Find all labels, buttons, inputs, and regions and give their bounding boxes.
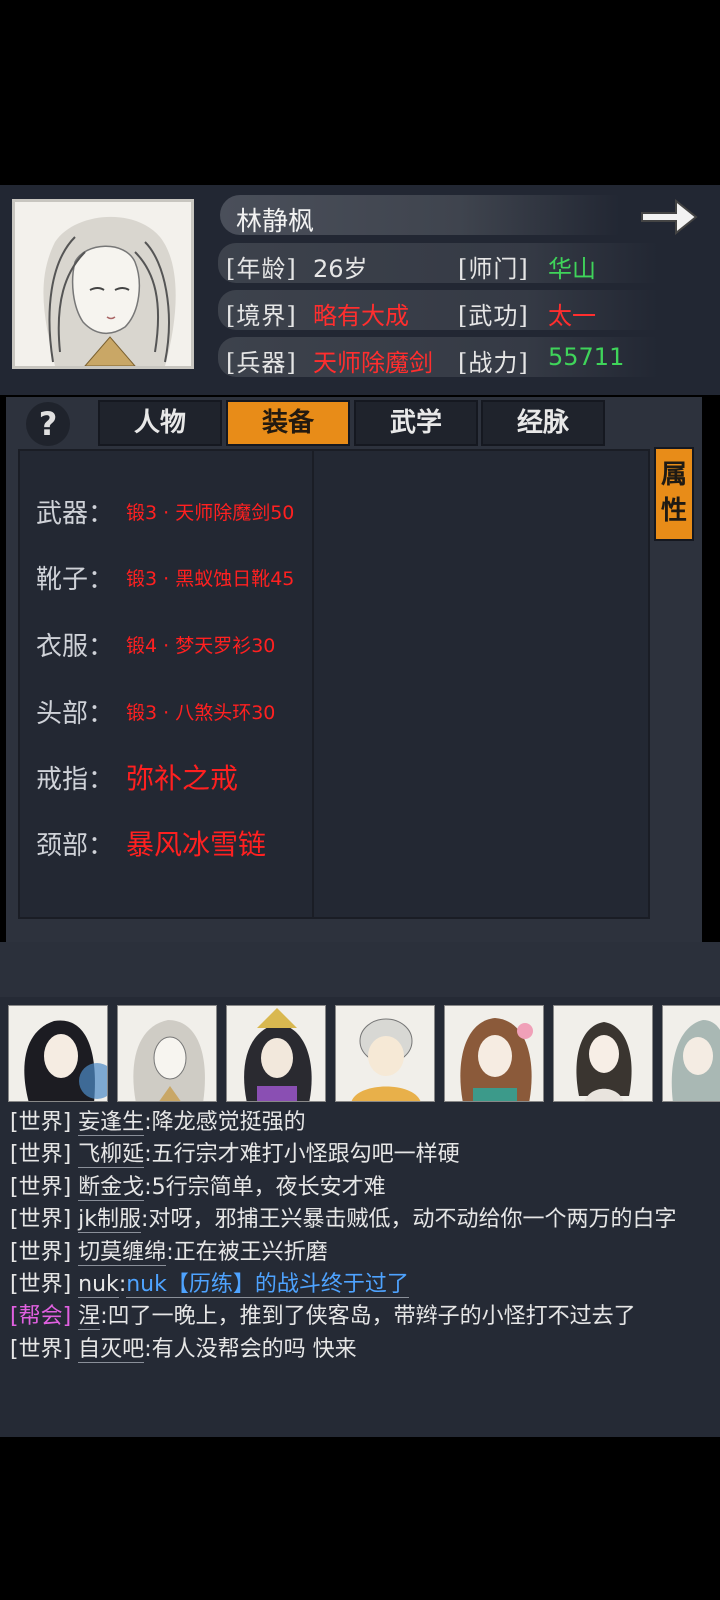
equipment-panel: ? 人物 装备 武学 经脉 武器： 锻3 · 天师除魔剑50 靴子： 锻3 · … xyxy=(6,397,702,942)
equipment-slot-head[interactable]: 头部： 锻3 · 八煞头环30 xyxy=(36,691,275,731)
chat-sender[interactable]: 自灭吧 xyxy=(78,1336,145,1363)
chat-message: [世界] 飞柳延:五行宗才难打小怪跟勾吧一样硬 xyxy=(10,1139,710,1171)
tab-equipment[interactable]: 装备 xyxy=(226,400,350,446)
chat-channel: [世界] xyxy=(10,1207,72,1233)
slot-item: 暴风冰雪链 xyxy=(126,828,267,861)
attributes-button-label: 属 xyxy=(660,460,687,490)
tab-meridians[interactable]: 经脉 xyxy=(481,400,605,446)
equipment-slot-weapon[interactable]: 武器： 锻3 · 天师除魔剑50 xyxy=(36,491,294,531)
chat-text: :凹了一晚上，推到了侠客岛，带辫子的小怪打不过去了 xyxy=(100,1304,636,1330)
chat-text: :正在被王兴折磨 xyxy=(166,1239,328,1265)
slot-label: 衣服： xyxy=(36,631,115,662)
chat-sender[interactable]: 断金戈 xyxy=(78,1174,145,1201)
divider-strip xyxy=(0,942,720,997)
chat-text: :5行宗简单，夜长安才难 xyxy=(144,1174,386,1200)
attributes-button-label: 性 xyxy=(660,496,687,526)
chat-messages: [世界] 妄逢生:降龙感觉挺强的 [世界] 飞柳延:五行宗才难打小怪跟勾吧一样硬… xyxy=(10,1107,710,1366)
chat-channel: [世界] xyxy=(10,1239,72,1265)
slot-label: 颈部： xyxy=(36,830,115,861)
slot-item: 锻3 · 天师除魔剑50 xyxy=(126,501,295,524)
tab-character[interactable]: 人物 xyxy=(98,400,222,446)
chat-text: :有人没帮会的吗 快来 xyxy=(144,1336,357,1362)
slot-item: 锻3 · 黑蚁蚀日靴45 xyxy=(126,567,295,590)
chat-sender[interactable]: 涅 xyxy=(78,1304,101,1331)
chat-channel: [帮会] xyxy=(10,1304,72,1330)
character-portrait[interactable] xyxy=(12,199,194,369)
chat-message: [世界] 切莫缠绵:正在被王兴折磨 xyxy=(10,1237,710,1269)
equipment-list: 武器： 锻3 · 天师除魔剑50 靴子： 锻3 · 黑蚁蚀日靴45 衣服： 锻4… xyxy=(18,449,314,919)
chat-message: [世界] 断金戈:5行宗简单，夜长安才难 xyxy=(10,1172,710,1204)
chat-message: [世界] nuk:nuk【历练】的战斗终于过了 xyxy=(10,1269,710,1301)
weapon-label: [兵器] xyxy=(226,349,297,377)
slot-item: 锻4 · 梦天罗衫30 xyxy=(126,634,276,657)
chat-battle-link[interactable]: nuk【历练】的战斗终于过了 xyxy=(126,1272,409,1299)
chat-message: [帮会] 涅:凹了一晚上，推到了侠客岛，带辫子的小怪打不过去了 xyxy=(10,1301,710,1333)
chat-sender[interactable]: jk制服 xyxy=(78,1207,142,1234)
equipment-detail-pane xyxy=(312,449,650,919)
slot-label: 头部： xyxy=(36,698,115,729)
combat-power-label: [战力] xyxy=(458,349,529,377)
equipment-slot-boots[interactable]: 靴子： 锻3 · 黑蚁蚀日靴45 xyxy=(36,557,294,597)
martial-art-value: 太一 xyxy=(548,302,596,330)
companion-portrait[interactable] xyxy=(662,1005,720,1102)
equipment-slot-clothes[interactable]: 衣服： 锻4 · 梦天罗衫30 xyxy=(36,624,275,664)
slot-label: 靴子： xyxy=(36,564,115,595)
chat-channel: [世界] xyxy=(10,1336,72,1362)
chat-sender[interactable]: 飞柳延 xyxy=(78,1142,145,1169)
slot-label: 武器： xyxy=(36,498,115,529)
chat-text: :对呀，邪捕王兴暴击贼低，动不动给你一个两万的白字 xyxy=(141,1207,677,1233)
chat-sender[interactable]: 妄逢生 xyxy=(78,1110,145,1136)
chat-channel: [世界] xyxy=(10,1110,72,1135)
companion-portrait[interactable] xyxy=(444,1005,544,1102)
chat-sender[interactable]: nuk xyxy=(78,1272,119,1299)
slot-item: 弥补之戒 xyxy=(126,762,239,795)
help-icon[interactable]: ? xyxy=(26,402,70,446)
realm-label: [境界] xyxy=(226,302,297,330)
companion-portrait[interactable] xyxy=(226,1005,326,1102)
companion-portraits xyxy=(8,1005,720,1105)
slot-label: 戒指： xyxy=(36,764,115,795)
chat-text: :五行宗才难打小怪跟勾吧一样硬 xyxy=(144,1142,460,1168)
chat-sender[interactable]: 切莫缠绵 xyxy=(78,1239,167,1266)
character-header: 林静枫 [年龄] 26岁 [师门] 华山 [境界] 略有大成 [武功] 太一 [… xyxy=(0,185,720,395)
companion-portrait[interactable] xyxy=(117,1005,217,1102)
sect-label: [师门] xyxy=(458,255,529,283)
weapon-value: 天师除魔剑 xyxy=(313,349,433,377)
realm-value: 略有大成 xyxy=(313,302,409,330)
attributes-button[interactable]: 属 性 xyxy=(654,447,694,541)
tab-martial-arts[interactable]: 武学 xyxy=(354,400,478,446)
chat-message: [世界] 妄逢生:降龙感觉挺强的 xyxy=(10,1107,710,1139)
equipment-slot-neck[interactable]: 颈部： 暴风冰雪链 xyxy=(36,823,266,863)
age-label: [年龄] xyxy=(226,255,297,283)
age-value: 26岁 xyxy=(313,255,368,283)
character-name: 林静枫 xyxy=(236,207,315,237)
chat-text: :降龙感觉挺强的 xyxy=(144,1110,306,1135)
chat-message: [世界] 自灭吧:有人没帮会的吗 快来 xyxy=(10,1334,710,1366)
chat-message: [世界] jk制服:对呀，邪捕王兴暴击贼低，动不动给你一个两万的白字 xyxy=(10,1204,710,1236)
sect-value: 华山 xyxy=(548,255,596,283)
chat-channel: [世界] xyxy=(10,1272,72,1298)
martial-art-label: [武功] xyxy=(458,302,529,330)
chat-area[interactable]: [世界] 妄逢生:降龙感觉挺强的 [世界] 飞柳延:五行宗才难打小怪跟勾吧一样硬… xyxy=(0,997,720,1437)
slot-item: 锻3 · 八煞头环30 xyxy=(126,701,276,724)
next-arrow-icon[interactable] xyxy=(638,195,700,239)
equipment-slot-ring[interactable]: 戒指： 弥补之戒 xyxy=(36,757,238,797)
chat-channel: [世界] xyxy=(10,1142,72,1168)
combat-power-value: 55711 xyxy=(548,343,625,371)
chat-channel: [世界] xyxy=(10,1174,72,1200)
companion-portrait[interactable] xyxy=(335,1005,435,1102)
companion-portrait[interactable] xyxy=(553,1005,653,1102)
companion-portrait[interactable] xyxy=(8,1005,108,1102)
